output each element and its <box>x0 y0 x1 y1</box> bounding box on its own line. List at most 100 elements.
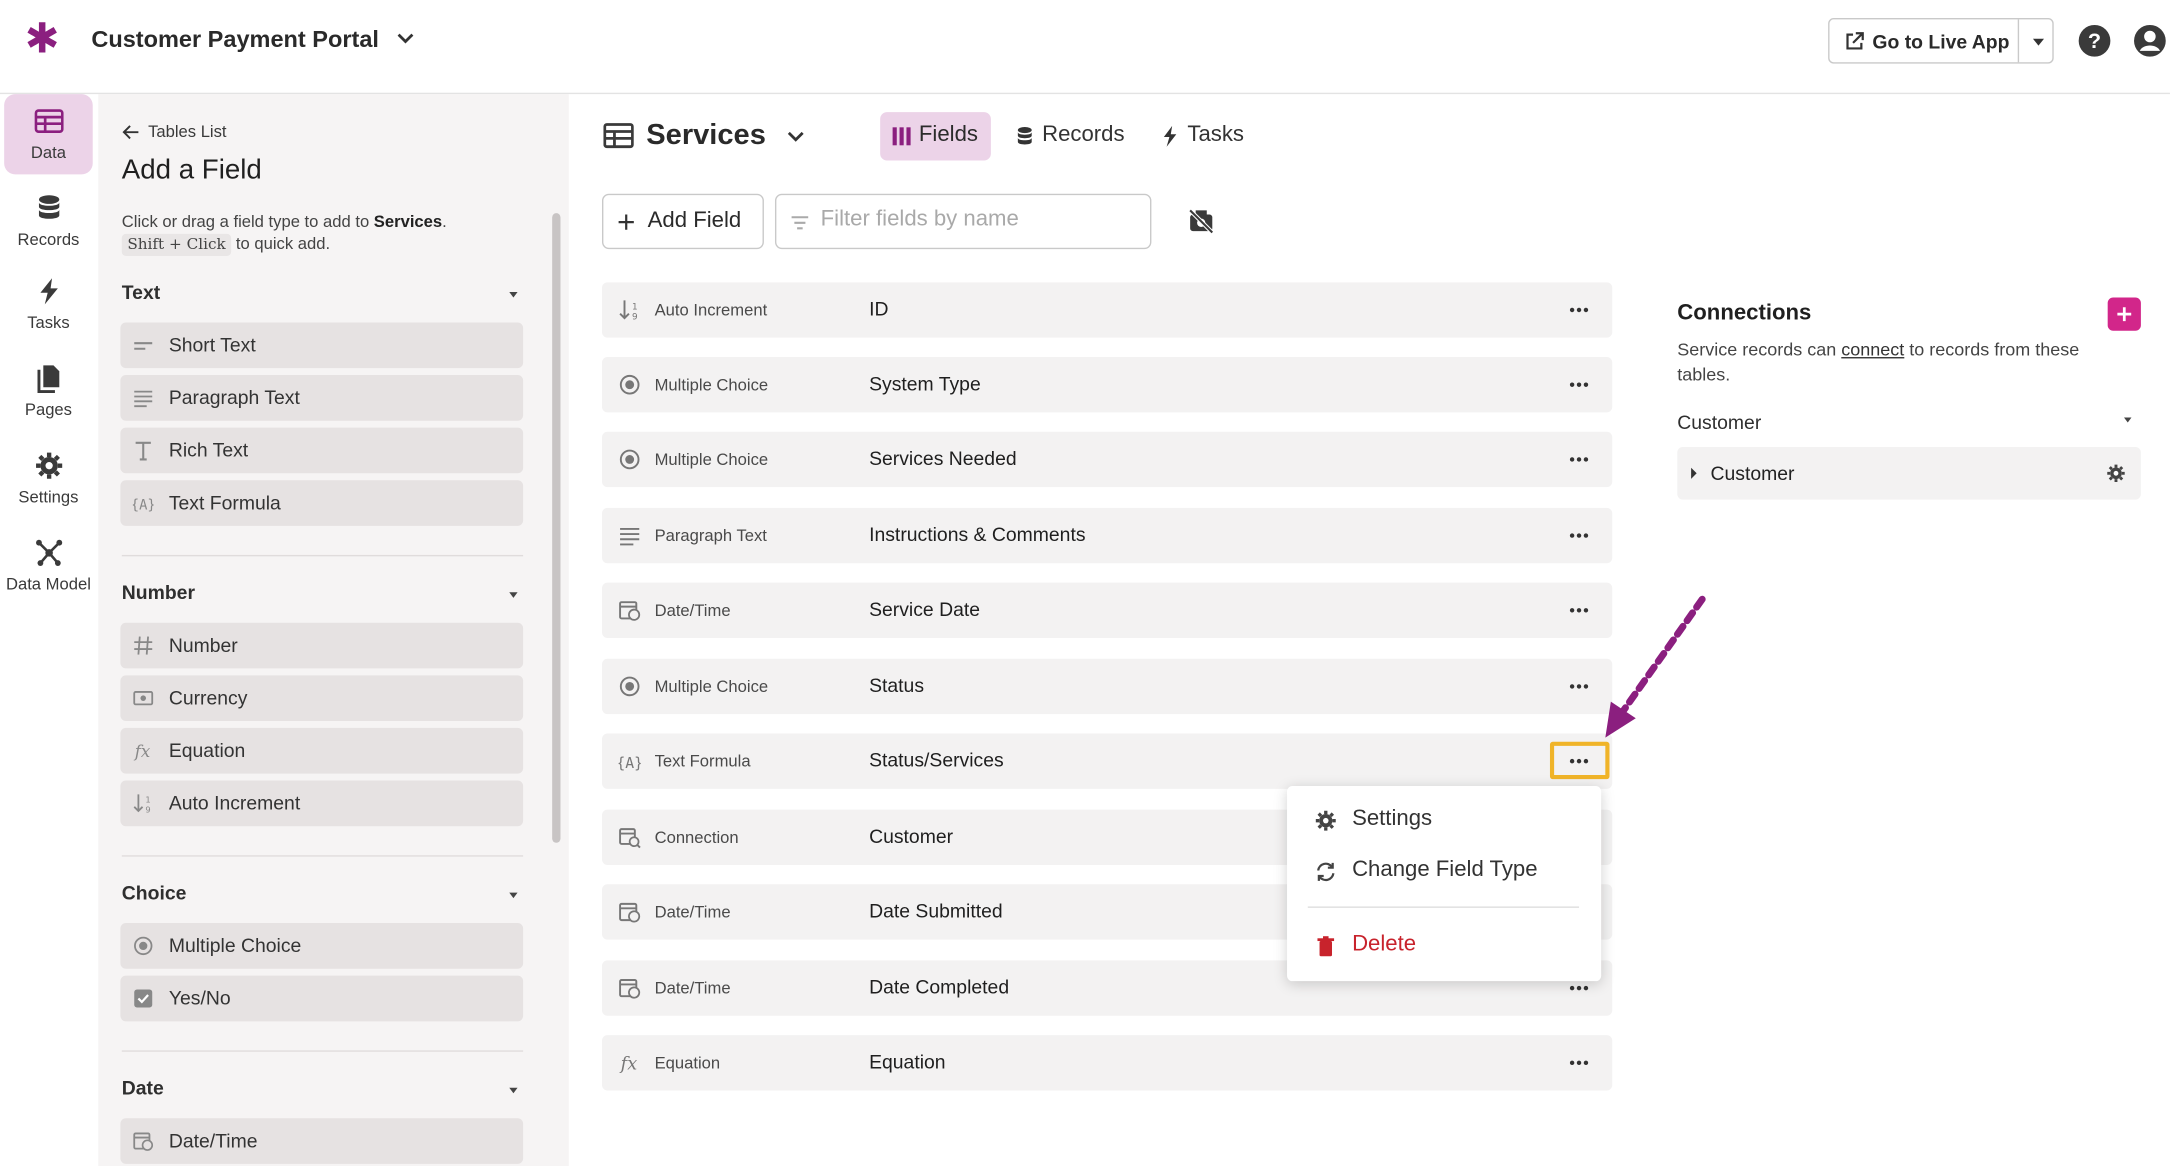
paragraph-icon <box>620 527 640 546</box>
field-type-label: Multiple Choice <box>168 934 302 957</box>
caret-down-icon[interactable] <box>507 588 521 602</box>
ellipsis-icon <box>1569 307 1589 313</box>
field-type: Connection <box>654 827 739 847</box>
calendar-clock-icon <box>619 601 641 621</box>
field-type-multiple-choice[interactable]: Multiple Choice <box>120 923 524 969</box>
connections-description: Service records can connect to records f… <box>1677 338 2120 388</box>
hide-fields-icon[interactable] <box>1187 208 1215 236</box>
field-type: Multiple Choice <box>654 449 769 470</box>
connection-item[interactable]: Customer <box>1677 446 2141 500</box>
highlighted-more-button[interactable] <box>1549 741 1610 780</box>
field-type-paragraph-text[interactable]: Paragraph Text <box>120 375 524 421</box>
section-header-text[interactable]: Text <box>122 281 160 303</box>
app-title[interactable]: Customer Payment Portal <box>91 26 379 54</box>
plus-icon <box>2117 307 2132 322</box>
field-type-text-formula[interactable]: {A} Text Formula <box>120 480 524 526</box>
menu-item-delete[interactable]: Delete <box>1287 926 1601 968</box>
rail-item-records[interactable]: Records <box>4 181 93 261</box>
connections-title: Connections <box>1677 301 1812 326</box>
tab-fields[interactable]: Fields <box>880 112 991 161</box>
field-type-label: Paragraph Text <box>168 386 300 409</box>
section-divider <box>121 855 524 857</box>
menu-item-settings[interactable]: Settings <box>1287 800 1601 842</box>
rail-item-pages[interactable]: Pages <box>4 352 93 432</box>
field-row[interactable]: {A} Text Formula Status/Services <box>601 733 1613 789</box>
go-to-live-app-button[interactable]: Go to Live App <box>1828 17 2054 64</box>
field-type-yes-no[interactable]: Yes/No <box>120 975 524 1022</box>
caret-down-icon[interactable] <box>507 888 521 902</box>
help-icon[interactable]: ? <box>2077 24 2112 59</box>
menu-item-change-field-type[interactable]: Change Field Type <box>1287 851 1601 893</box>
filter-fields-input[interactable] <box>774 193 1152 250</box>
caret-down-icon[interactable] <box>507 1084 521 1098</box>
more-options-button[interactable] <box>1557 371 1601 399</box>
field-type-rich-text[interactable]: Rich Text <box>120 427 524 474</box>
user-avatar-icon[interactable] <box>2133 24 2168 59</box>
rail-item-data[interactable]: Data <box>4 94 93 175</box>
field-row[interactable]: Paragraph Text Instructions & Comments <box>601 507 1613 564</box>
panel-scrollbar[interactable] <box>552 213 561 843</box>
svg-text:fx: fx <box>133 742 151 761</box>
field-row[interactable]: fx Equation Equation <box>601 1035 1613 1091</box>
section-header-choice[interactable]: Choice <box>122 882 187 904</box>
section-header-date[interactable]: Date <box>122 1077 164 1099</box>
field-type-short-text[interactable]: Short Text <box>120 322 524 369</box>
function-icon: fx <box>133 742 151 761</box>
rail-item-settings[interactable]: Settings <box>4 439 93 519</box>
gear-icon[interactable] <box>2106 464 2125 483</box>
field-type: Date/Time <box>654 902 731 922</box>
radio-icon <box>619 676 640 697</box>
connection-group-header[interactable]: Customer <box>1677 411 1761 433</box>
more-options-button[interactable] <box>1557 1049 1601 1077</box>
more-options-button[interactable] <box>1557 522 1601 550</box>
app-logo-icon[interactable]: ✱ <box>25 19 60 61</box>
rail-item-data-model[interactable]: Data Model <box>4 526 93 606</box>
rail-item-tasks[interactable]: Tasks <box>4 264 93 344</box>
filter-fields-field[interactable] <box>820 207 1139 233</box>
calendar-clock-icon <box>133 1132 154 1151</box>
field-type-number[interactable]: Number <box>120 622 524 669</box>
table-title[interactable]: Services <box>646 119 766 152</box>
field-type-currency[interactable]: Currency <box>120 675 524 722</box>
plus-icon <box>618 214 634 230</box>
panel-description: Click or drag a field type to add to Ser… <box>121 210 523 257</box>
rail-label: Tasks <box>27 312 70 333</box>
field-row[interactable]: Date/Time Service Date <box>601 582 1613 638</box>
filter-icon <box>791 216 809 230</box>
caret-down-icon[interactable] <box>2122 414 2134 426</box>
field-type-equation[interactable]: fx Equation <box>120 727 524 774</box>
bolt-icon <box>1163 125 1177 147</box>
caret-down-icon[interactable] <box>2029 32 2048 51</box>
paragraph-icon <box>134 390 153 408</box>
desc-text: to quick add. <box>231 233 331 254</box>
field-row[interactable]: 19 Auto Increment ID <box>601 282 1613 338</box>
tab-records[interactable]: Records <box>1003 112 1134 160</box>
caret-right-icon[interactable] <box>1688 466 1699 480</box>
rich-text-icon <box>135 441 151 461</box>
field-name: Instructions & Comments <box>869 523 1086 546</box>
field-name: Services Needed <box>869 446 1017 470</box>
connect-link[interactable]: connect <box>1841 339 1904 360</box>
add-connection-button[interactable] <box>2107 297 2141 331</box>
desc-text: Service records can <box>1677 339 1842 360</box>
field-type: Date/Time <box>654 978 731 998</box>
tab-label: Fields <box>918 123 978 147</box>
field-type-date-time[interactable]: Date/Time <box>120 1118 524 1164</box>
field-row[interactable]: Multiple Choice System Type <box>601 357 1613 413</box>
section-header-number[interactable]: Number <box>122 581 195 603</box>
table-icon <box>603 123 634 149</box>
field-row[interactable]: Multiple Choice Status <box>601 658 1613 715</box>
chevron-down-icon[interactable] <box>785 125 807 147</box>
field-type-auto-increment[interactable]: 19 Auto Increment <box>120 780 524 827</box>
more-options-button[interactable] <box>1557 296 1601 324</box>
caret-down-icon[interactable] <box>507 288 521 302</box>
radio-icon <box>619 449 640 470</box>
refresh-icon <box>1317 862 1335 882</box>
tab-tasks[interactable]: Tasks <box>1149 112 1260 160</box>
pages-icon <box>37 365 60 394</box>
add-field-label: Add Field <box>647 208 742 233</box>
field-row[interactable]: Multiple Choice Services Needed <box>601 431 1613 488</box>
more-options-button[interactable] <box>1557 446 1601 474</box>
chevron-down-icon[interactable] <box>393 25 418 50</box>
add-field-button[interactable]: Add Field <box>601 193 764 250</box>
